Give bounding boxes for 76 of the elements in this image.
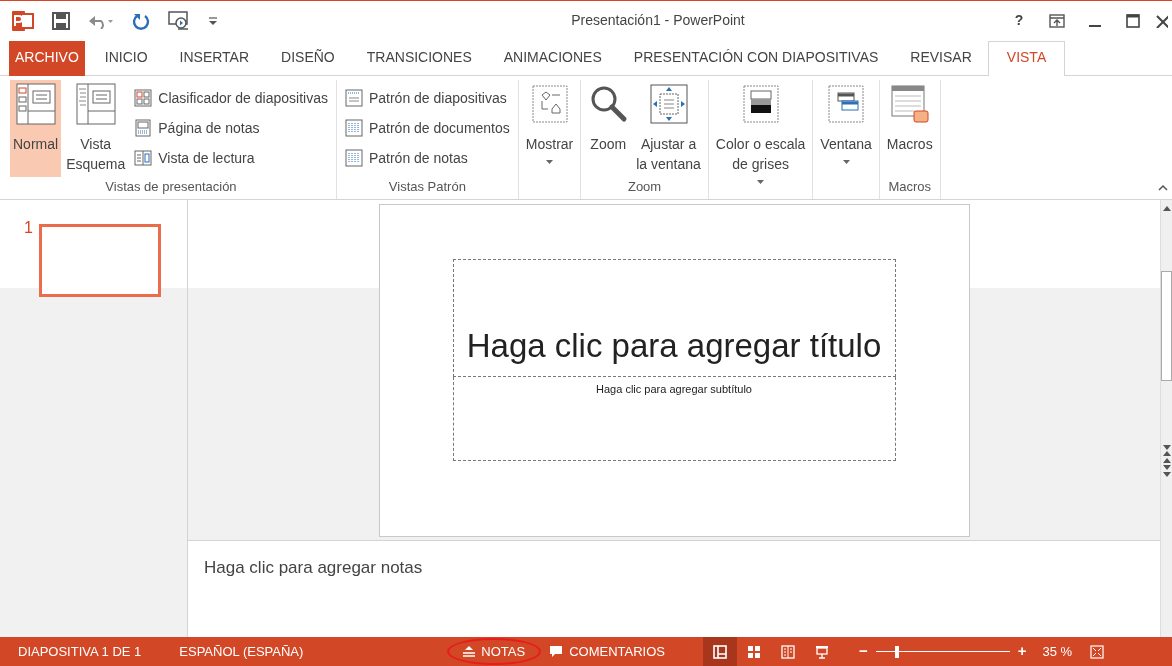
redo-icon[interactable] [132, 11, 150, 30]
windows-icon [826, 83, 867, 125]
zoom-slider-thumb[interactable] [895, 645, 900, 658]
scroll-up-icon[interactable] [1162, 206, 1171, 211]
slide-thumbnail[interactable] [38, 224, 161, 297]
ribbon-button[interactable]: Vista Esquema [63, 80, 129, 177]
ribbon-tab[interactable]: DISEÑO [265, 41, 351, 76]
ribbon-button[interactable]: Patrón de diapositivas [340, 83, 514, 113]
subtitle-placeholder[interactable]: Haga clic para agregar subtítulo [452, 377, 896, 461]
ribbon-tab[interactable]: TRANSICIONES [350, 41, 488, 76]
show-options-icon [529, 83, 570, 125]
fit-window-icon [648, 83, 689, 125]
slide-counter: DIAPOSITIVA 1 DE 1 [18, 642, 142, 661]
save-icon[interactable] [52, 11, 70, 30]
notes-icon [463, 646, 476, 657]
ribbon-tab[interactable]: REVISAR [894, 41, 988, 76]
title-placeholder[interactable]: Haga clic para agregar título [452, 259, 896, 377]
handout-master-icon [344, 119, 363, 137]
reading-view-icon [134, 149, 153, 167]
help-button[interactable]: ? [1000, 9, 1038, 32]
ribbon-tab[interactable]: ANIMACIONES [487, 41, 618, 76]
outline-view-icon [75, 83, 116, 125]
ribbon-button[interactable]: Normal [10, 80, 62, 177]
ribbon-button[interactable]: Ajustar a la ventana [633, 80, 704, 177]
normal-view-icon [713, 644, 727, 659]
next-slide-icon[interactable] [1162, 464, 1171, 478]
close-icon[interactable] [1156, 13, 1168, 28]
ribbon-tab[interactable]: PRESENTACIÓN CON DIAPOSITIVAS [617, 41, 895, 76]
file-tab[interactable]: ARCHIVO [9, 41, 85, 76]
ribbon-button[interactable]: Macros [883, 80, 936, 177]
ribbon-button[interactable]: Vista de lectura [130, 143, 332, 173]
ribbon-tab[interactable]: VISTA [987, 41, 1066, 76]
vertical-scrollbar[interactable] [1160, 200, 1172, 637]
zoom-out-button[interactable]: − [851, 640, 876, 663]
group-label: Zoom [626, 178, 663, 196]
zoom-slider[interactable] [875, 645, 1010, 658]
slide-sorter-icon [747, 644, 761, 659]
ribbon-button[interactable]: Patrón de notas [340, 143, 514, 173]
notes-page-icon [134, 119, 153, 137]
ribbon-button[interactable]: Zoom [585, 80, 632, 177]
scroll-thumb[interactable] [1161, 271, 1172, 381]
notes-master-icon [344, 149, 363, 167]
ribbon-display-icon[interactable] [1049, 13, 1065, 28]
maximize-icon[interactable] [1126, 13, 1140, 28]
normal-view-icon [15, 83, 56, 125]
ribbon-tab[interactable]: INSERTAR [163, 41, 266, 76]
window-title: Presentación1 - PowerPoint [570, 11, 746, 30]
ribbon-button[interactable]: Página de notas [130, 113, 332, 143]
app-logo-icon [12, 10, 34, 31]
slideshow-icon [815, 644, 829, 659]
comment-icon [549, 645, 564, 658]
normal-view-button[interactable] [703, 637, 737, 666]
ribbon-button[interactable]: Clasificador de diapositivas [130, 83, 332, 113]
customize-toolbar-icon[interactable] [208, 15, 218, 26]
grayscale-icon [740, 83, 781, 125]
language-button[interactable]: ESPAÑOL (ESPAÑA) [179, 639, 312, 664]
ribbon-tab[interactable]: INICIO [88, 41, 164, 76]
ribbon-button[interactable]: Patrón de documentos [340, 113, 514, 143]
zoom-in-button[interactable]: + [1009, 640, 1035, 663]
group-label: Vistas Patrón [387, 178, 467, 196]
reading-view-icon [781, 644, 795, 659]
slide-master-icon [344, 89, 363, 107]
collapse-ribbon-icon[interactable] [1158, 183, 1168, 191]
slide-number: 1 [24, 220, 33, 236]
fit-slide-icon [1090, 644, 1105, 659]
comments-button[interactable]: COMENTARIOS [541, 639, 673, 664]
notes-button[interactable]: NOTAS [447, 637, 542, 666]
ribbon-button[interactable]: Mostrar [522, 80, 577, 177]
group-label: Vistas de presentación [104, 178, 238, 196]
ribbon-button[interactable]: Color o escala de grises [712, 80, 809, 190]
zoom-level-button[interactable]: 35 % [1034, 639, 1081, 664]
macros-icon [889, 83, 930, 125]
group-label: Macros [887, 178, 932, 196]
slideshow-start-icon[interactable] [168, 10, 190, 31]
ribbon-button[interactable]: Ventana [817, 80, 875, 177]
slide-sorter-icon [134, 89, 153, 107]
